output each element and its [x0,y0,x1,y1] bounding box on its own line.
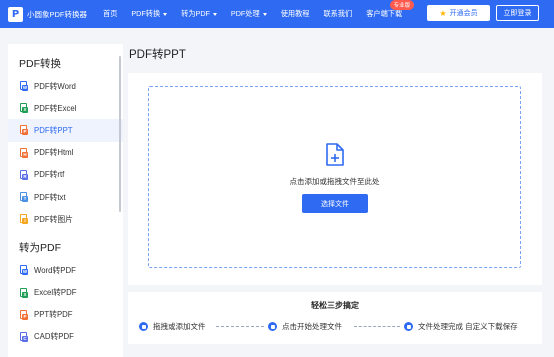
nav-to-pdf[interactable]: 转为PDF [181,9,217,19]
sidebar-item-label: PDF转PPT [34,125,73,135]
select-file-button[interactable]: 选择文件 [302,194,368,213]
add-file-icon [326,143,344,166]
page-title: PDF转PPT [129,49,186,61]
sidebar-item[interactable]: R PDF转rtf [8,164,123,186]
star-icon: ★ [439,8,447,18]
sidebar-item-label: PDF转Html [34,148,74,158]
sidebar-item[interactable]: P PPT转PDF [8,304,123,326]
ppt-icon: P [20,309,28,320]
pro-badge: 专业版 [389,0,415,10]
nav-pdf-convert-label: PDF转换 [131,9,161,18]
file-dropzone[interactable]: 点击添加或拖拽文件至此处 选择文件 [148,86,521,268]
sidebar-item[interactable]: I PDF转图片 [8,208,123,230]
html-icon: H [20,147,28,158]
sidebar-item-label: Excel转PDF [34,288,77,298]
sidebar-item-label: PDF转rtf [34,170,65,180]
word-icon: W [20,81,28,92]
step-2-label: 点击开始处理文件 [282,322,342,331]
chevron-down-icon [212,12,217,16]
sidebar-item-label: Word转PDF [34,265,76,275]
sidebar-item-label: PDF转Word [34,81,76,91]
sidebar-list-to-pdf: W Word转PDF X Excel转PDF P PPT转PDF C CAD转PDF [8,259,123,348]
nav-tutorial-label: 使用教程 [280,9,310,18]
process-icon [268,322,277,331]
cad-icon: C [20,331,28,342]
step-3-label: 文件处理完成 自定义下载保存 [418,322,518,331]
sidebar-item-label: PDF转Excel [34,103,77,113]
chevron-down-icon [262,12,267,16]
sidebar-item[interactable]: P PDF转PPT [8,119,123,142]
sidebar: PDF转换 W PDF转Word X PDF转Excel P PDF转PPT H PDF转Ht… [8,44,123,357]
sidebar-item-label: PPT转PDF [34,310,73,320]
sidebar-item-label: PDF转txt [34,192,66,202]
app-name: 小圆象PDF转换器 [27,9,87,19]
nav-pdf-convert[interactable]: PDF转换 [131,9,168,19]
nav-client-download[interactable]: 客户端下载 专业版 [366,0,415,19]
step-divider [216,326,264,327]
sidebar-item[interactable]: W PDF转Word [8,75,123,97]
txt-icon: T [20,192,28,203]
steps-panel: 轻松三步搞定 拖拽或添加文件 点击开始处理文件 文件处理完成 自定义下载保存 [128,292,542,344]
nav-contact-label: 联系我们 [323,9,353,18]
sidebar-item[interactable]: X PDF转Excel [8,97,123,119]
sidebar-item[interactable]: T PDF转txt [8,186,123,208]
vip-button-label: 开通会员 [449,10,478,17]
drop-hint-text: 点击添加或拖拽文件至此处 [289,177,380,186]
image-icon: I [20,214,28,225]
nav-client-download-label: 客户端下载 [366,9,403,18]
nav-pdf-process-label: PDF处理 [230,9,260,18]
step-1: 拖拽或添加文件 [139,321,206,332]
nav-home-label: 首页 [103,9,118,18]
vip-button[interactable]: ★ 开通会员 [427,5,490,21]
sidebar-scrollbar[interactable] [119,56,121,212]
sidebar-item-label: PDF转图片 [34,214,73,224]
chevron-down-icon [163,12,168,16]
sidebar-section-pdf-convert: PDF转换 [19,58,61,70]
upload-panel: 点击添加或拖拽文件至此处 选择文件 [128,73,542,285]
main-nav: 首页 PDF转换 转为PDF PDF处理 使用教程 联系我们 客户端下载 专业版 [103,0,416,19]
download-icon [404,322,413,331]
sidebar-item-label: CAD转PDF [34,332,74,342]
step-3: 文件处理完成 自定义下载保存 [404,321,518,332]
logo-letter: P [11,8,20,20]
login-button-label: 立即登录 [503,10,532,17]
sidebar-section-to-pdf: 转为PDF [19,242,61,255]
nav-home[interactable]: 首页 [103,9,117,19]
rtf-icon: R [20,169,28,180]
sidebar-item[interactable]: H PDF转Html [8,142,123,164]
sidebar-item[interactable]: W Word转PDF [8,259,123,281]
logo[interactable]: P 小圆象PDF转换器 [8,6,87,22]
sidebar-item[interactable]: C CAD转PDF [8,326,123,348]
excel-icon: X [20,103,28,114]
login-button[interactable]: 立即登录 [496,5,539,21]
word-icon: W [20,265,28,276]
nav-tutorial[interactable]: 使用教程 [281,9,310,19]
select-file-label: 选择文件 [321,200,349,208]
nav-to-pdf-label: 转为PDF [181,9,210,18]
step-divider [354,326,400,327]
steps-title: 轻松三步搞定 [311,301,359,310]
logo-icon: P [8,6,23,22]
upload-icon [139,322,148,331]
step-1-label: 拖拽或添加文件 [153,322,206,331]
ppt-icon: P [20,125,28,136]
step-2: 点击开始处理文件 [268,321,342,332]
excel-icon: X [20,287,28,298]
sidebar-list-pdf-convert: W PDF转Word X PDF转Excel P PDF转PPT H PDF转Html R PDF… [8,75,123,230]
sidebar-item[interactable]: X Excel转PDF [8,282,123,304]
nav-pdf-process[interactable]: PDF处理 [231,9,267,19]
top-header: P 小圆象PDF转换器 首页 PDF转换 转为PDF PDF处理 使用教程 联系… [0,0,554,28]
nav-contact[interactable]: 联系我们 [323,9,352,19]
